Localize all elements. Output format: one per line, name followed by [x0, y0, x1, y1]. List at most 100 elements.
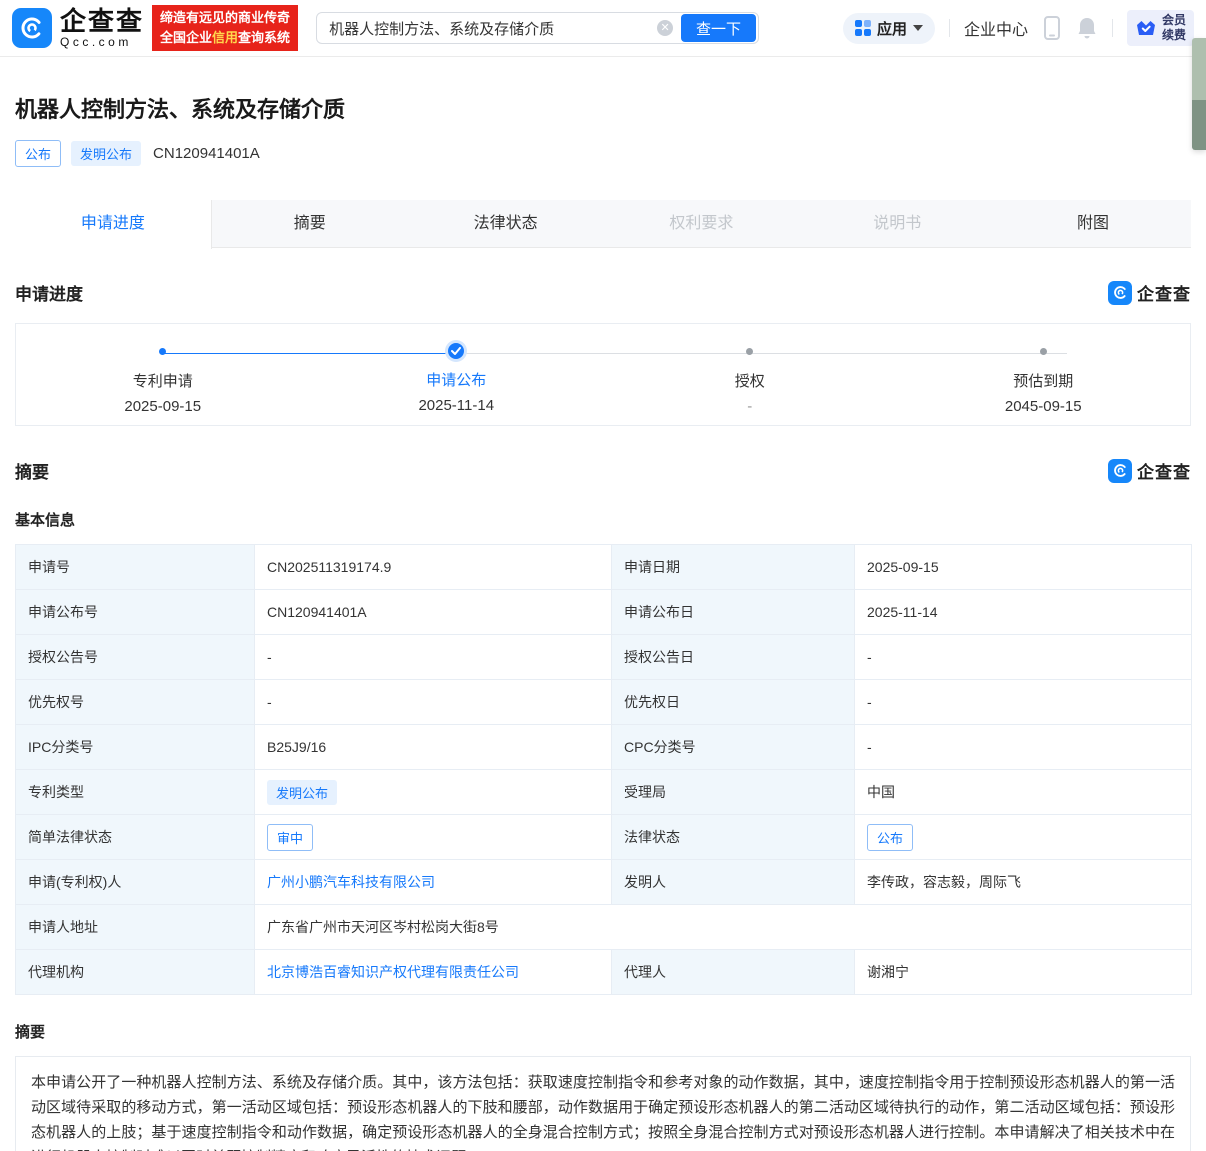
info-label: 申请公布号 [16, 590, 255, 635]
basic-info-title: 基本信息 [15, 509, 1191, 530]
info-value: 公布 [855, 815, 1192, 860]
info-value: 2025-11-14 [855, 590, 1192, 635]
table-row: 优先权号-优先权日- [16, 680, 1192, 725]
step-label: 预估到期 [1013, 370, 1073, 391]
info-label: IPC分类号 [16, 725, 255, 770]
qcc-logo-icon [12, 8, 52, 48]
value-text: - [867, 649, 872, 665]
value-badge: 发明公布 [267, 780, 337, 805]
timeline-step: 预估到期2045-09-15 [897, 324, 1191, 425]
step-dot-icon [1040, 348, 1047, 355]
value-text: B25J9/16 [267, 739, 326, 755]
divider [949, 19, 950, 37]
table-row: 简单法律状态审中 法律状态公布 [16, 815, 1192, 860]
step-date: 2025-09-15 [124, 398, 201, 415]
value-text: CN202511319174.9 [267, 559, 391, 575]
info-value: - [255, 680, 612, 725]
info-label: 发明人 [612, 860, 855, 905]
table-row: 专利类型发明公布 受理局中国 [16, 770, 1192, 815]
floating-side-widget[interactable] [1192, 38, 1206, 150]
info-label: 申请公布日 [612, 590, 855, 635]
tab-2[interactable]: 法律状态 [408, 200, 604, 247]
abstract-title: 摘要 [15, 1021, 1191, 1042]
mobile-app-icon[interactable] [1042, 15, 1062, 41]
info-label: 专利类型 [16, 770, 255, 815]
tab-5[interactable]: 附图 [995, 200, 1191, 247]
section-title-progress: 申请进度 [15, 280, 83, 305]
info-value: - [855, 725, 1192, 770]
section-title-summary: 摘要 [15, 458, 49, 483]
info-value: - [855, 635, 1192, 680]
value-text: 谢湘宁 [867, 964, 909, 980]
apps-grid-icon [855, 20, 871, 36]
logo-name: 企查查 [60, 8, 144, 34]
step-date: - [747, 398, 752, 415]
info-label: 申请人地址 [16, 905, 255, 950]
value-text: - [867, 694, 872, 710]
page-title: 机器人控制方法、系统及存储介质 [15, 92, 1191, 124]
value-badge: 公布 [867, 824, 913, 851]
vip-crown-icon [1135, 18, 1157, 38]
info-label: 代理人 [612, 950, 855, 995]
clear-search-icon[interactable]: ✕ [657, 20, 673, 36]
info-value: 审中 [255, 815, 612, 860]
timeline-step: 专利申请 2025-09-15 [16, 324, 310, 425]
value-badge: 审中 [267, 824, 313, 851]
step-label: 专利申请 [133, 370, 193, 391]
info-value: B25J9/16 [255, 725, 612, 770]
info-value: 2025-09-15 [855, 545, 1192, 590]
value-text: - [267, 694, 272, 710]
apps-menu[interactable]: 应用 [843, 13, 935, 44]
search-bar: ✕ 查一下 [316, 12, 759, 44]
qcc-logo[interactable]: 企查查 Qcc.com [12, 8, 144, 48]
brand-watermark: 企查查 [1108, 280, 1191, 305]
info-label: 简单法律状态 [16, 815, 255, 860]
info-label: 授权公告日 [612, 635, 855, 680]
info-label: 申请号 [16, 545, 255, 590]
info-label: 优先权日 [612, 680, 855, 725]
tab-4: 说明书 [799, 200, 995, 247]
value-text: - [867, 739, 872, 755]
table-row: 代理机构北京博浩百睿知识产权代理有限责任公司代理人谢湘宁 [16, 950, 1192, 995]
table-row: 申请(专利权)人广州小鹏汽车科技有限公司发明人李传政，容志毅，周际飞 [16, 860, 1192, 905]
value-text: 2025-11-14 [867, 604, 938, 620]
abstract-text: 本申请公开了一种机器人控制方法、系统及存储介质。其中，该方法包括：获取速度控制指… [15, 1056, 1191, 1151]
patent-tag-row: 公布 发明公布 CN120941401A [15, 140, 1191, 167]
enterprise-center-link[interactable]: 企业中心 [964, 16, 1028, 40]
step-label: 授权 [735, 370, 765, 391]
tab-1[interactable]: 摘要 [212, 200, 408, 247]
status-badge: 公布 [15, 140, 61, 167]
tab-0[interactable]: 申请进度 [15, 200, 212, 249]
info-value: 发明公布 [255, 770, 612, 815]
notifications-bell-icon[interactable] [1076, 15, 1098, 41]
step-dot-icon [746, 348, 753, 355]
divider [1112, 19, 1113, 37]
step-check-icon [448, 343, 464, 359]
info-value: 广东省广州市天河区岑村松岗大街8号 [255, 905, 1192, 950]
timeline-step: 申请公布2025-11-14 [310, 324, 604, 425]
tab-bar: 申请进度摘要法律状态权利要求说明书附图 [15, 200, 1191, 248]
entity-link[interactable]: 广州小鹏汽车科技有限公司 [267, 874, 435, 890]
chevron-down-icon [913, 25, 923, 31]
info-value: 北京博浩百睿知识产权代理有限责任公司 [255, 950, 612, 995]
info-label: 申请日期 [612, 545, 855, 590]
info-value: 中国 [855, 770, 1192, 815]
info-label: 法律状态 [612, 815, 855, 860]
brand-watermark: 企查查 [1108, 458, 1191, 483]
value-text: 广东省广州市天河区岑村松岗大街8号 [267, 919, 499, 935]
qcc-mini-icon [1108, 281, 1132, 305]
table-row: 申请人地址广东省广州市天河区岑村松岗大街8号 [16, 905, 1192, 950]
table-row: 授权公告号-授权公告日- [16, 635, 1192, 680]
info-label: 受理局 [612, 770, 855, 815]
table-row: 申请号 CN202511319174.9 申请日期2025-09-15 [16, 545, 1192, 590]
value-text: - [267, 649, 272, 665]
top-header: 企查查 Qcc.com 缔造有远见的商业传奇 全国企业信用查询系统 ✕ 查一下 … [0, 0, 1206, 57]
vip-renew-button[interactable]: 会员 续费 [1127, 10, 1194, 46]
step-dot-icon [159, 348, 166, 355]
info-value: 广州小鹏汽车科技有限公司 [255, 860, 612, 905]
search-button[interactable]: 查一下 [681, 14, 756, 42]
basic-info-table: 申请号 CN202511319174.9 申请日期2025-09-15申请公布号 CN… [15, 544, 1192, 995]
search-input[interactable] [329, 20, 657, 37]
entity-link[interactable]: 北京博浩百睿知识产权代理有限责任公司 [267, 964, 519, 980]
tab-3: 权利要求 [603, 200, 799, 247]
